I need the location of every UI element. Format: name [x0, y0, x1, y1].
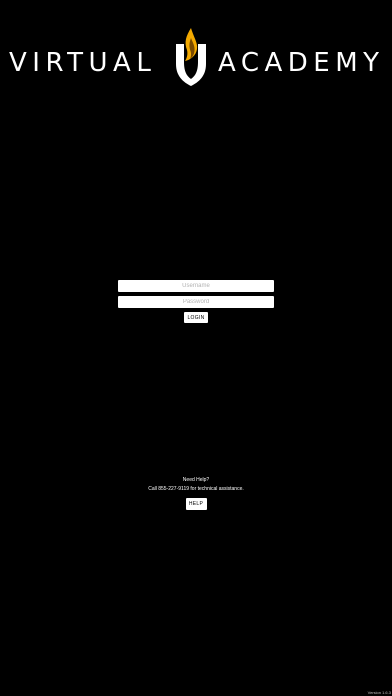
- logo-word-left: VIRTUAL: [9, 48, 157, 78]
- login-button[interactable]: LOGIN: [184, 312, 208, 323]
- help-section: Need Help? Call 855-227-9119 for technic…: [0, 477, 392, 510]
- flame-shield-icon: [176, 28, 206, 86]
- username-input[interactable]: [118, 280, 274, 292]
- logo-word-right: ACADEMY: [218, 48, 385, 78]
- help-button[interactable]: HELP: [185, 498, 207, 510]
- login-form: LOGIN: [118, 280, 274, 323]
- help-title: Need Help?: [182, 477, 210, 483]
- version-label: Version 1.6.3: [367, 690, 391, 695]
- password-input[interactable]: [118, 296, 274, 308]
- help-text: Call 855-227-9119 for technical assistan…: [148, 486, 244, 492]
- virtual-academy-logo: VIRTUAL ACADEMY: [0, 26, 392, 90]
